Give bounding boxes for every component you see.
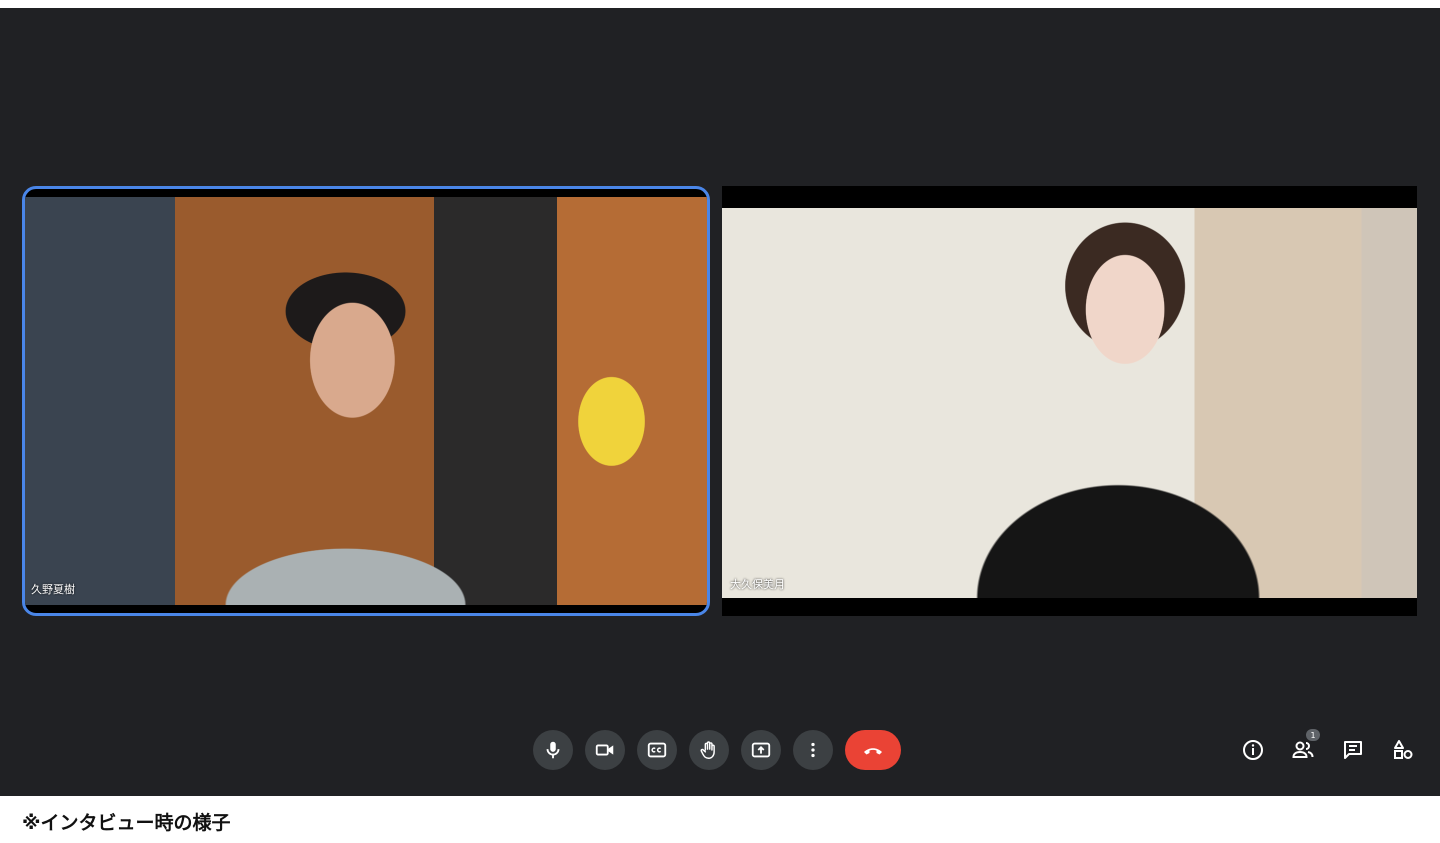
present-screen-button[interactable] [741,730,781,770]
activities-button[interactable] [1388,735,1418,765]
top-strip [0,0,1440,8]
meeting-window: 久野夏樹 大久保美月 1 [0,8,1440,796]
photo-caption: ※インタビュー時の様子 [22,812,231,834]
participant-tile[interactable]: 大久保美月 [722,186,1417,616]
more-options-button[interactable] [793,730,833,770]
camera-icon [595,744,614,756]
people-button[interactable]: 1 [1288,729,1320,765]
participant-name: 大久保美月 [730,578,785,591]
participant-name: 久野夏樹 [31,583,75,596]
meeting-info-icon [1243,740,1263,760]
participant-video [25,197,707,605]
hang-up-icon [864,748,882,755]
people-icon [1292,741,1314,758]
present-screen-icon [751,742,771,758]
captions-button[interactable] [637,730,677,770]
more-options-icon [811,742,815,758]
side-controls: 1 [1238,729,1418,767]
camera-button[interactable] [585,730,625,770]
meeting-info-button[interactable] [1238,735,1268,765]
chat-button[interactable] [1338,735,1368,765]
activities-icon [1394,740,1413,759]
hang-up-button[interactable] [845,730,901,770]
raise-hand-icon [700,741,715,759]
people-count-badge: 1 [1306,729,1320,741]
raise-hand-button[interactable] [689,730,729,770]
participant-tile-active[interactable]: 久野夏樹 [22,186,710,616]
participant-video [722,208,1417,598]
call-controls [533,730,901,770]
microphone-icon [546,741,560,759]
chat-icon [1344,741,1362,759]
microphone-button[interactable] [533,730,573,770]
captions-icon [647,742,667,758]
